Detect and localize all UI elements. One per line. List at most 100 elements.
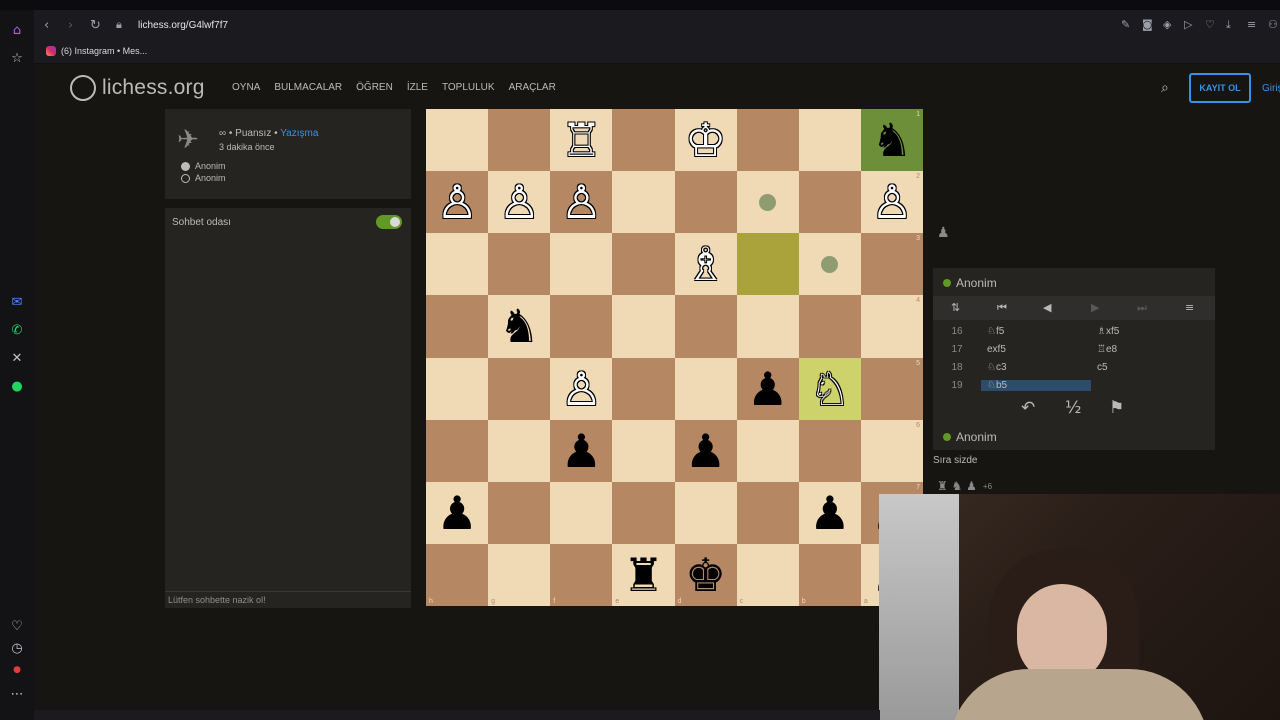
- black-piece[interactable]: ♟: [561, 428, 602, 474]
- game-type-link[interactable]: Yazışma: [280, 128, 318, 139]
- board-square-g8[interactable]: g: [488, 543, 551, 606]
- bookmark-instagram[interactable]: (6) Instagram • Mes...: [46, 46, 147, 56]
- black-piece[interactable]: ♟: [685, 428, 726, 474]
- flip-board-icon[interactable]: ⇅: [951, 301, 960, 314]
- white-piece[interactable]: ♔: [685, 117, 726, 163]
- camera-icon[interactable]: ◙: [1142, 18, 1153, 31]
- board-square-d4[interactable]: [674, 295, 737, 358]
- board-square-f2[interactable]: ♙: [550, 171, 613, 234]
- black-piece[interactable]: ♚: [685, 552, 726, 598]
- shield-icon[interactable]: ◈: [1163, 18, 1171, 31]
- reload-icon[interactable]: ↻: [90, 18, 101, 33]
- board-square-b7[interactable]: ♟: [798, 481, 861, 544]
- board-square-a4[interactable]: 4: [860, 295, 923, 358]
- black-piece[interactable]: ♟: [747, 366, 788, 412]
- board-square-e8[interactable]: ♜ e: [612, 543, 675, 606]
- next-move-icon[interactable]: ▶: [1091, 301, 1099, 314]
- move-black[interactable]: c5: [1091, 362, 1201, 373]
- whatsapp-icon[interactable]: ✆: [7, 320, 27, 340]
- heart-icon[interactable]: ♡: [7, 616, 27, 636]
- board-square-a1[interactable]: ♞ 1: [860, 109, 923, 172]
- menu-icon[interactable]: ≡: [1185, 301, 1194, 314]
- black-piece[interactable]: ♜: [623, 552, 664, 598]
- url-text[interactable]: lichess.org/G4lwf7f7: [138, 20, 228, 31]
- board-square-e2[interactable]: [612, 171, 675, 234]
- board-square-c6[interactable]: [736, 419, 799, 482]
- edit-icon[interactable]: ✎: [1121, 18, 1130, 31]
- black-piece[interactable]: ♟: [809, 490, 850, 536]
- player-black[interactable]: Anonim: [181, 173, 226, 183]
- record-icon[interactable]: ●: [7, 660, 27, 680]
- board-square-h2[interactable]: ♙: [426, 171, 489, 234]
- move-hint-dot[interactable]: [821, 255, 839, 273]
- move-white[interactable]: ♘b5: [981, 379, 1091, 391]
- board-square-e6[interactable]: [612, 419, 675, 482]
- messenger-icon[interactable]: ✉: [7, 292, 27, 312]
- board-square-d6[interactable]: ♟: [674, 419, 737, 482]
- board-square-e4[interactable]: [612, 295, 675, 358]
- board-square-h3[interactable]: [426, 233, 489, 296]
- nav-puzzles[interactable]: BULMACALAR: [274, 82, 342, 93]
- nav-play[interactable]: OYNA: [232, 82, 260, 93]
- white-piece[interactable]: ♙: [436, 179, 477, 225]
- board-square-b3[interactable]: [798, 233, 861, 296]
- board-square-d8[interactable]: ♚ d: [674, 543, 737, 606]
- move-hint-dot[interactable]: [759, 193, 777, 211]
- chat-toggle[interactable]: [376, 215, 402, 229]
- board-square-a6[interactable]: 6: [860, 419, 923, 482]
- board-square-b5[interactable]: ♘: [798, 357, 861, 420]
- board-square-c2[interactable]: [736, 171, 799, 234]
- prev-move-icon[interactable]: ◀: [1043, 301, 1051, 314]
- white-piece[interactable]: ♗: [685, 241, 726, 287]
- board-square-a2[interactable]: ♙ 2: [860, 171, 923, 234]
- white-piece[interactable]: ♖: [561, 117, 602, 163]
- board-square-g1[interactable]: [488, 109, 551, 172]
- nav-learn[interactable]: ÖĞREN: [356, 82, 393, 93]
- board-square-e1[interactable]: [612, 109, 675, 172]
- board-square-f1[interactable]: ♖: [550, 109, 613, 172]
- board-square-f6[interactable]: ♟: [550, 419, 613, 482]
- forward-icon[interactable]: ›: [68, 18, 73, 33]
- board-square-d2[interactable]: [674, 171, 737, 234]
- move-white[interactable]: exf5: [981, 344, 1091, 355]
- board-square-h5[interactable]: [426, 357, 489, 420]
- board-square-f3[interactable]: [550, 233, 613, 296]
- board-square-c8[interactable]: c: [736, 543, 799, 606]
- black-piece[interactable]: ♟: [436, 490, 477, 536]
- move-black[interactable]: ♗xf5: [1091, 326, 1201, 337]
- board-square-h6[interactable]: [426, 419, 489, 482]
- download-icon[interactable]: ⤓: [1226, 18, 1231, 32]
- last-move-icon[interactable]: ⏭: [1137, 301, 1147, 315]
- player-white[interactable]: Anonim: [181, 161, 226, 171]
- white-piece[interactable]: ♙: [499, 179, 540, 225]
- chat-input[interactable]: Lütfen sohbette nazik ol!: [165, 591, 411, 608]
- menu-icon[interactable]: ≡: [1247, 18, 1256, 31]
- board-square-a5[interactable]: 5: [860, 357, 923, 420]
- board-square-c1[interactable]: [736, 109, 799, 172]
- board-square-b1[interactable]: [798, 109, 861, 172]
- board-square-d5[interactable]: [674, 357, 737, 420]
- first-move-icon[interactable]: ⏮: [997, 301, 1007, 315]
- white-piece[interactable]: ♘: [809, 366, 850, 412]
- move-white[interactable]: ♘f5: [981, 326, 1091, 337]
- board-square-c5[interactable]: ♟: [736, 357, 799, 420]
- more-icon[interactable]: ⋯: [7, 684, 27, 704]
- board-square-h4[interactable]: [426, 295, 489, 358]
- board-square-c4[interactable]: [736, 295, 799, 358]
- board-square-c3[interactable]: [736, 233, 799, 296]
- spotify-icon[interactable]: ●: [7, 376, 27, 396]
- chess-board[interactable]: ♖♔♞1♙♙♙♙2♗3♞4♙♟♘5♟♟6♟♟♟7hgf♜e♚dcb♟8a: [426, 109, 923, 606]
- nav-community[interactable]: TOPLULUK: [442, 82, 495, 93]
- board-square-h7[interactable]: ♟: [426, 481, 489, 544]
- board-square-f5[interactable]: ♙: [550, 357, 613, 420]
- login-link[interactable]: Giriş: [1262, 83, 1280, 94]
- search-icon[interactable]: ⌕: [1161, 80, 1169, 96]
- board-square-g6[interactable]: [488, 419, 551, 482]
- board-square-b2[interactable]: [798, 171, 861, 234]
- move-black[interactable]: ♖e8: [1091, 344, 1201, 355]
- board-square-c7[interactable]: [736, 481, 799, 544]
- board-square-b4[interactable]: [798, 295, 861, 358]
- board-square-g5[interactable]: [488, 357, 551, 420]
- play-icon[interactable]: ▷: [1184, 18, 1192, 31]
- profile-icon[interactable]: ⚇: [1268, 18, 1278, 31]
